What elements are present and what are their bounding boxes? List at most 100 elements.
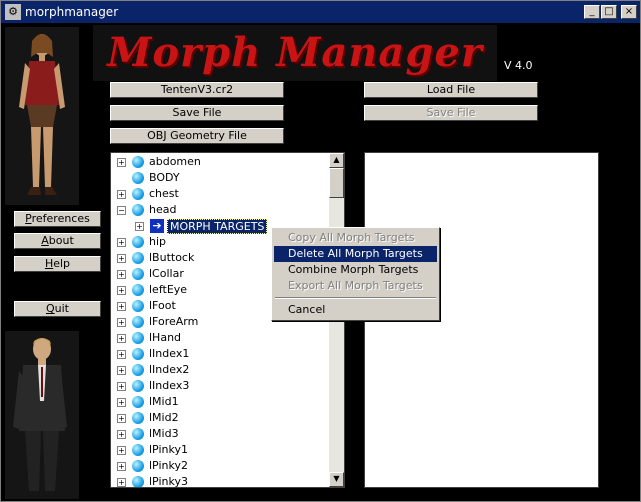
menu-copy-all-morph-targets[interactable]: Copy All Morph Targets — [274, 230, 437, 246]
tree-node-label: lFoot — [149, 299, 176, 312]
expand-icon[interactable]: + — [117, 238, 126, 247]
tree-node-label: lCollar — [149, 267, 184, 280]
tree-node-label: lHand — [149, 331, 182, 344]
body-part-icon — [132, 284, 144, 296]
body-part-icon — [132, 204, 144, 216]
expand-icon[interactable]: + — [117, 254, 126, 263]
logo-banner: Morph Manager — [93, 25, 497, 81]
close-button[interactable]: × — [621, 5, 637, 19]
body-part-icon — [132, 476, 144, 487]
male-figure-image — [5, 331, 79, 499]
tree-node-label: lIndex1 — [149, 347, 190, 360]
body-part-icon — [132, 364, 144, 376]
expand-icon[interactable]: + — [117, 286, 126, 295]
tree-node-label: lPinky3 — [149, 475, 188, 488]
scroll-down-button[interactable]: ▼ — [329, 472, 344, 487]
body-part-icon — [132, 380, 144, 392]
expand-icon[interactable]: + — [117, 302, 126, 311]
expand-icon[interactable]: + — [117, 430, 126, 439]
tree-node-label: lMid2 — [149, 411, 179, 424]
tree-node-label: lButtock — [149, 251, 195, 264]
figure-file-button[interactable]: TentenV3.cr2 — [110, 82, 284, 98]
tree-node[interactable]: + chest — [111, 186, 331, 202]
tree-node-label: BODY — [149, 171, 180, 184]
maximize-button[interactable]: □ — [601, 5, 617, 19]
tree-node[interactable]: + lMid2 — [111, 410, 331, 426]
body-part-icon — [132, 348, 144, 360]
body-part-icon — [132, 252, 144, 264]
tree-node[interactable]: + lIndex1 — [111, 346, 331, 362]
expand-icon[interactable]: + — [117, 398, 126, 407]
about-button[interactable]: About — [14, 233, 101, 249]
expand-icon[interactable]: + — [135, 222, 144, 231]
expand-icon[interactable]: + — [117, 270, 126, 279]
tree-node[interactable]: + lPinky1 — [111, 442, 331, 458]
body-part-icon — [132, 460, 144, 472]
female-figure-image — [5, 27, 79, 205]
app-logo: Morph Manager — [107, 29, 483, 76]
context-menu: Copy All Morph Targets Delete All Morph … — [271, 227, 440, 321]
tree-node-label: lMid1 — [149, 395, 179, 408]
tree-node[interactable]: + lIndex2 — [111, 362, 331, 378]
save-file-right-button[interactable]: Save File — [364, 105, 538, 121]
body-part-icon — [132, 332, 144, 344]
tree-node[interactable]: + lPinky2 — [111, 458, 331, 474]
body-part-icon — [132, 412, 144, 424]
help-button[interactable]: Help — [14, 256, 101, 272]
body-part-icon — [132, 172, 144, 184]
expand-icon[interactable]: + — [117, 462, 126, 471]
body-part-icon — [132, 268, 144, 280]
save-file-button[interactable]: Save File — [110, 105, 284, 121]
obj-geometry-button[interactable]: OBJ Geometry File — [110, 128, 284, 144]
tree-node-label: leftEye — [149, 283, 188, 296]
quit-button[interactable]: Quit — [14, 301, 101, 317]
body-part-icon — [132, 236, 144, 248]
menu-separator — [275, 297, 436, 299]
collapse-icon[interactable]: − — [117, 206, 126, 215]
tree-node[interactable]: BODY — [111, 170, 331, 186]
preferences-button[interactable]: Preferences — [14, 211, 101, 227]
menu-combine-morph-targets[interactable]: Combine Morph Targets — [274, 262, 437, 278]
body-part-icon — [132, 428, 144, 440]
expand-icon[interactable]: + — [117, 366, 126, 375]
title-bar[interactable]: ⚙ morphmanager _ □ × — [1, 1, 640, 23]
body-part-icon — [132, 316, 144, 328]
tree-node[interactable]: + lMid1 — [111, 394, 331, 410]
version-label: V 4.0 — [504, 59, 533, 72]
tree-node[interactable]: + lIndex3 — [111, 378, 331, 394]
menu-delete-all-morph-targets[interactable]: Delete All Morph Targets — [274, 246, 437, 262]
menu-export-all-morph-targets[interactable]: Export All Morph Targets — [274, 278, 437, 294]
tree-node-label: lIndex3 — [149, 379, 190, 392]
expand-icon[interactable]: + — [117, 158, 126, 167]
tree-node[interactable]: + lMid3 — [111, 426, 331, 442]
expand-icon[interactable]: + — [117, 318, 126, 327]
tree-node-label: MORPH TARGETS — [167, 219, 268, 234]
menu-cancel[interactable]: Cancel — [274, 302, 437, 318]
arrow-right-icon: ➔ — [150, 219, 164, 233]
expand-icon[interactable]: + — [117, 478, 126, 487]
tree-node[interactable]: − head — [111, 202, 331, 218]
expand-icon[interactable]: + — [117, 190, 126, 199]
body-part-icon — [132, 444, 144, 456]
minimize-button[interactable]: _ — [584, 5, 600, 19]
expand-icon[interactable]: + — [117, 414, 126, 423]
expand-icon[interactable]: + — [117, 350, 126, 359]
tree-node-label: lPinky2 — [149, 459, 188, 472]
tree-node-label: hip — [149, 235, 167, 248]
tree-node-label: head — [149, 203, 177, 216]
expand-icon[interactable]: + — [117, 334, 126, 343]
tree-node[interactable]: + lHand — [111, 330, 331, 346]
body-part-icon — [132, 156, 144, 168]
scroll-up-button[interactable]: ▲ — [329, 153, 344, 168]
app-icon: ⚙ — [5, 4, 21, 20]
tree-node[interactable]: + abdomen — [111, 154, 331, 170]
tree-node-label: abdomen — [149, 155, 201, 168]
expand-icon[interactable]: + — [117, 382, 126, 391]
scroll-thumb[interactable] — [329, 168, 344, 198]
tree-node[interactable]: + lPinky3 — [111, 474, 331, 488]
load-file-button[interactable]: Load File — [364, 82, 538, 98]
expand-icon[interactable]: + — [117, 446, 126, 455]
app-window: ⚙ morphmanager _ □ × Morph Manager V 4.0… — [0, 0, 641, 502]
tree-node-label: chest — [149, 187, 179, 200]
body-part-icon — [132, 188, 144, 200]
